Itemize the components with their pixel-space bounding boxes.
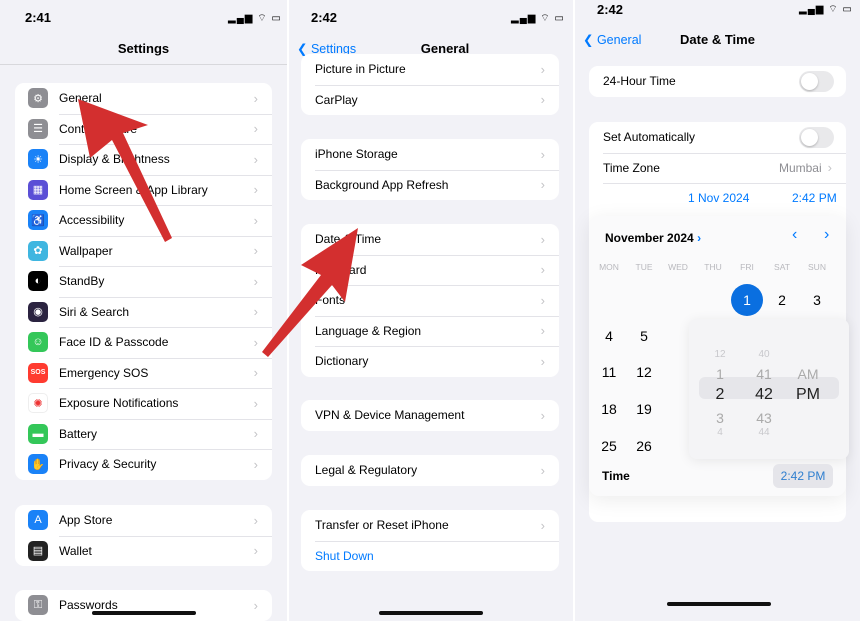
annotation-arrows (78, 99, 358, 357)
red-arrow-icon (78, 99, 172, 242)
red-arrow-icon (262, 228, 358, 357)
